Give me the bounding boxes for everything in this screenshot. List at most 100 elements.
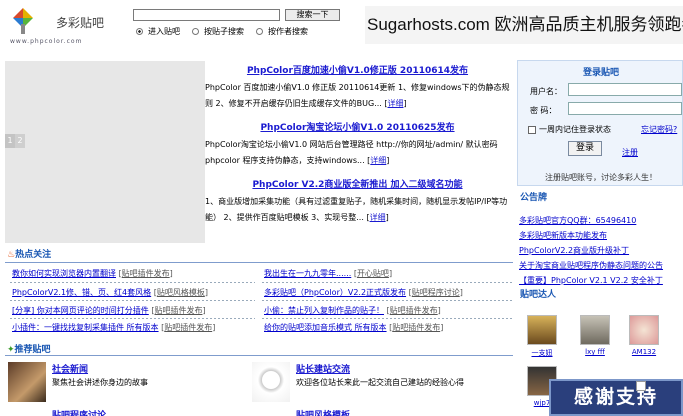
login-button[interactable]: 登录	[568, 141, 602, 156]
notice-heading: 公告牌	[520, 193, 548, 203]
recommend-title[interactable]: 贴吧风格模板	[296, 408, 350, 416]
divider	[262, 300, 512, 301]
logo-url: www.phpcolor.com	[10, 38, 83, 45]
slider-page-2[interactable]: 2	[15, 134, 25, 148]
news-more-link[interactable]: 详细	[370, 213, 386, 222]
search-mode-post[interactable]: 按贴子搜索	[192, 26, 244, 37]
login-hint: 注册贴吧账号，讨论多彩人生！	[545, 173, 657, 182]
recommend-item[interactable]: 贴吧风格模板	[252, 408, 514, 416]
news-item: PhpColor淘宝论坛小偷V1.0 20110625发布 PhpColor淘宝…	[205, 120, 510, 169]
divider	[5, 262, 513, 263]
news-title[interactable]: PhpColor百度加速小偷V1.0修正版 20110614发布	[205, 63, 510, 76]
recommend-item[interactable]: 贴长建站交流 欢迎各位站长来此一起交流自己建站的经验心得	[252, 362, 514, 406]
forgot-password-link[interactable]: 忘记密码?	[641, 124, 677, 135]
hot-item-tag[interactable]: 贴吧插件发布	[154, 306, 202, 315]
notice-item[interactable]: 关于淘宝商业贴吧程序伪静态问题的公告	[519, 258, 683, 273]
recommend-title[interactable]: 社会新闻	[52, 362, 88, 375]
slider-page-1[interactable]: 1	[5, 134, 15, 148]
recommend-image	[252, 362, 290, 402]
hot-item-link[interactable]: PhpColorV2.1修、错、页、红4套风格	[12, 288, 151, 297]
hot-item: 小偷：禁止列入复制作品的贴子！ [贴吧插件发布]	[264, 306, 441, 315]
fire-icon: ♨	[7, 250, 16, 260]
hot-item-link[interactable]: [分享] 你对本网页评论的时间打分插件	[12, 306, 149, 315]
recommend-heading: ✦推荐贴吧	[7, 345, 51, 355]
news-desc: 1、商业版增加采集功能（具有过滤重复贴子，随机采集时间，随机显示发帖IP/IP等…	[205, 197, 508, 222]
news-title[interactable]: PhpColor V2.2商业版全新推出 加入二级域名功能	[205, 177, 510, 190]
recommend-desc: 聚焦社会讲述你身边的故事	[52, 378, 148, 387]
user-card[interactable]: AM132	[625, 315, 663, 356]
news-list: PhpColor百度加速小偷V1.0修正版 20110614发布 PhpColo…	[205, 60, 510, 240]
hot-item: PhpColorV2.1修、错、页、红4套风格 [贴吧风格模板]	[12, 288, 208, 297]
user-card[interactable]: lxy fff	[576, 315, 614, 356]
recommend-image	[8, 362, 46, 402]
hot-item-link[interactable]: 给你的贴吧添加音乐模式 所有版本	[264, 323, 387, 332]
login-panel: 登录贴吧 用户名： 密 码： 一周内记住登录状态 忘记密码? 登录 注册 注册贴…	[517, 60, 683, 186]
radio-icon	[256, 28, 263, 35]
news-item: PhpColor百度加速小偷V1.0修正版 20110614发布 PhpColo…	[205, 63, 510, 112]
news-desc: PhpColor 百度加速小偷V1.0 修正版 20110614更新 1、修复w…	[205, 83, 510, 108]
notice-item[interactable]: 多彩贴吧新版本功能发布	[519, 228, 683, 243]
ad-banner[interactable]: Sugarhosts.com 欧洲高品质主机服务领跑者	[365, 6, 683, 44]
user-name[interactable]: wjp7	[534, 399, 551, 407]
notice-item[interactable]: 多彩贴吧官方QQ群：65496410	[519, 213, 683, 228]
hot-item-tag[interactable]: 贴吧程序讨论	[412, 288, 460, 297]
divider	[10, 318, 255, 319]
hot-item-link[interactable]: 小偷：禁止列入复制作品的贴子！	[264, 306, 384, 315]
username-input[interactable]	[568, 83, 682, 96]
notice-list: 多彩贴吧官方QQ群：65496410 多彩贴吧新版本功能发布 PhpColorV…	[519, 213, 683, 288]
hot-item-link[interactable]: 我出生在一九九零年......	[264, 269, 351, 278]
hot-item: 给你的贴吧添加音乐模式 所有版本 [贴吧插件发布]	[264, 323, 444, 332]
hot-item-link[interactable]: 教你如何实现浏览器内置翻译	[12, 269, 116, 278]
recommend-item[interactable]: 社会新闻 聚焦社会讲述你身边的故事	[8, 362, 248, 406]
remember-checkbox[interactable]: 一周内记住登录状态	[528, 124, 611, 135]
close-icon[interactable]	[636, 381, 646, 391]
site-logo[interactable]: 多彩贴吧 www.phpcolor.com	[6, 4, 118, 48]
search-mode-author[interactable]: 按作者搜索	[256, 26, 308, 37]
hot-item-tag[interactable]: 贴吧插件发布	[392, 323, 440, 332]
news-more-link[interactable]: 详细	[370, 156, 386, 165]
logo-name: 多彩贴吧	[56, 16, 105, 30]
search-button[interactable]: 搜索一下	[285, 9, 340, 21]
users-heading: 贴吧达人	[520, 290, 557, 300]
hot-item: 多彩贴吧（PhpColor）V2.2正式版发布 [贴吧程序讨论]	[264, 288, 463, 297]
hot-item-tag[interactable]: 开心贴吧	[357, 269, 389, 278]
recommend-title[interactable]: 贴长建站交流	[296, 362, 350, 375]
username-label: 用户名：	[530, 87, 562, 96]
user-name[interactable]: 一支妞	[532, 349, 553, 357]
ad-banner-text: Sugarhosts.com 欧洲高品质主机服务领跑者	[367, 15, 683, 34]
recommend-item[interactable]: 贴吧程序讨论	[8, 408, 248, 416]
thanks-float-button[interactable]: 感谢支持	[549, 379, 683, 416]
user-name[interactable]: lxy fff	[585, 348, 605, 356]
register-link[interactable]: 注册	[622, 147, 638, 158]
divider	[10, 300, 255, 301]
news-title[interactable]: PhpColor淘宝论坛小偷V1.0 20110625发布	[205, 120, 510, 133]
search-mode-forum[interactable]: 进入贴吧	[136, 26, 180, 37]
divider	[262, 282, 512, 283]
divider	[5, 355, 513, 356]
hot-item-tag[interactable]: 贴吧风格模板	[157, 288, 205, 297]
hot-item-link[interactable]: 小插件：一键找找复制采集插件 所有版本	[12, 323, 159, 332]
hot-item: 我出生在一九九零年...... [开心贴吧]	[264, 269, 393, 278]
news-more-link[interactable]: 详细	[387, 99, 403, 108]
notice-item[interactable]: PhpColorV2.2商业版升级补丁	[519, 243, 683, 258]
search-area: 搜索一下 进入贴吧 按贴子搜索 按作者搜索	[133, 9, 361, 39]
hot-item-link[interactable]: 多彩贴吧（PhpColor）V2.2正式版发布	[264, 288, 406, 297]
password-label: 密 码：	[530, 106, 557, 115]
notice-item[interactable]: 【重要】PhpColor V2.1 V2.2 安全补丁	[519, 273, 683, 288]
star-icon: ✦	[7, 345, 15, 355]
image-slider[interactable]: 1 2	[5, 61, 205, 243]
divider	[10, 282, 255, 283]
divider	[262, 318, 512, 319]
avatar	[629, 315, 659, 345]
user-name[interactable]: AM132	[632, 348, 656, 356]
hot-item-tag[interactable]: 贴吧插件发布	[390, 306, 438, 315]
hot-item-tag[interactable]: 贴吧插件发布	[122, 269, 170, 278]
radio-icon	[192, 28, 199, 35]
search-mode-group: 进入贴吧 按贴子搜索 按作者搜索	[136, 26, 308, 37]
search-input[interactable]	[133, 9, 280, 21]
hot-item-tag[interactable]: 贴吧插件发布	[164, 323, 212, 332]
recommend-title[interactable]: 贴吧程序讨论	[52, 408, 106, 416]
hot-heading: ♨热点关注	[7, 250, 52, 260]
user-card[interactable]: 一支妞	[523, 315, 561, 358]
password-input[interactable]	[568, 102, 682, 115]
